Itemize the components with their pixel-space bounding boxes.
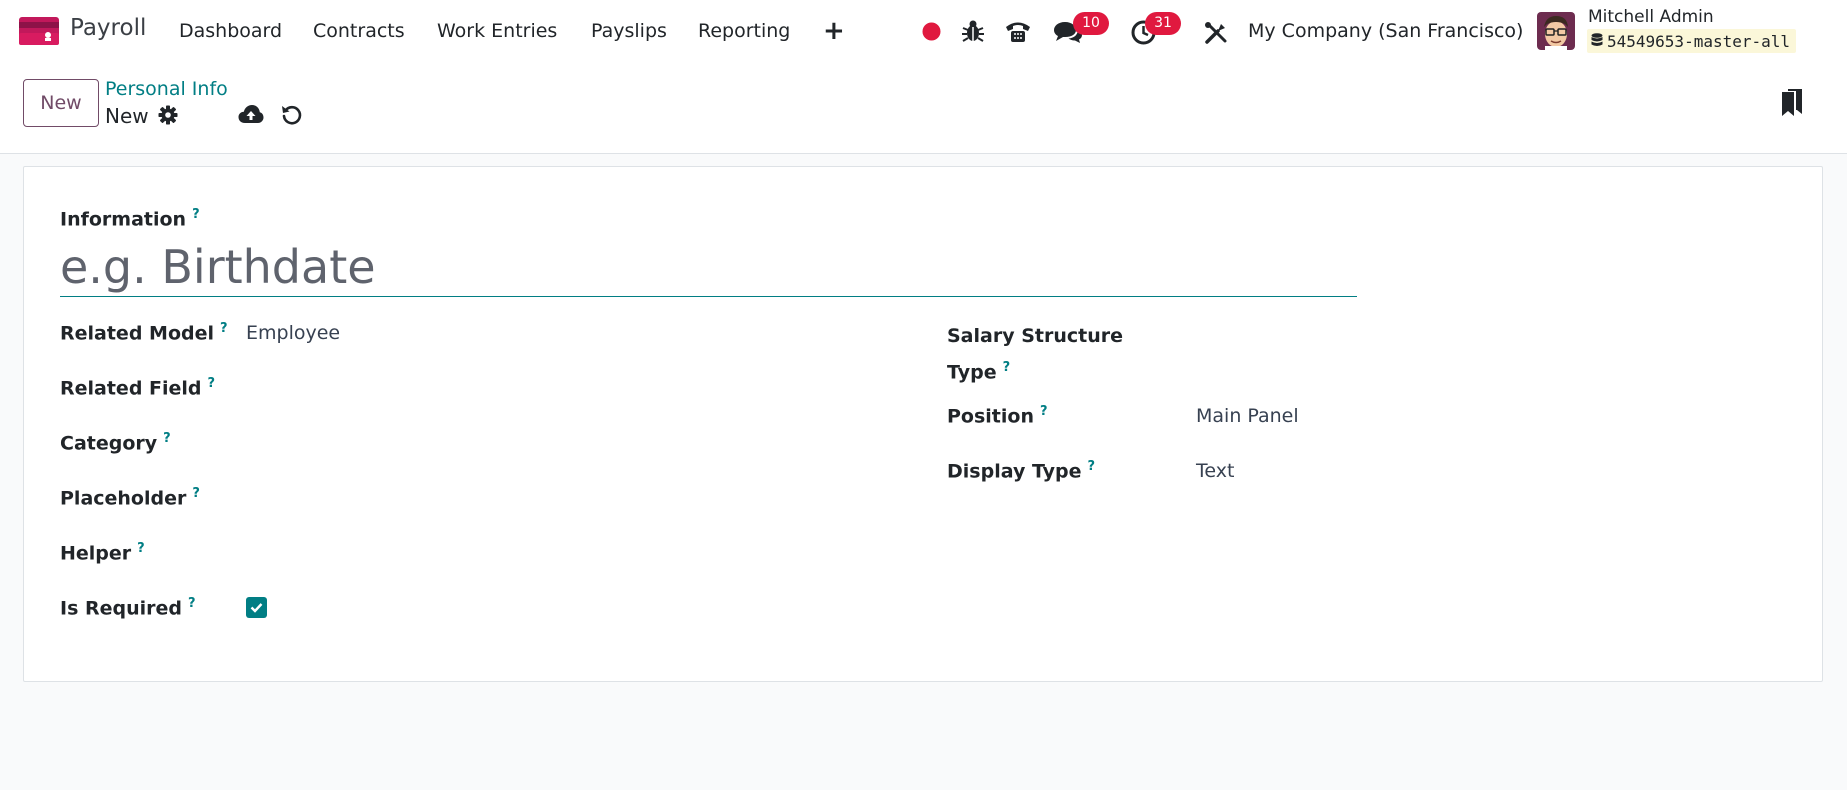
user-avatar[interactable] bbox=[1537, 12, 1575, 50]
help-tooltip-icon[interactable]: ? bbox=[1003, 360, 1011, 375]
app-name[interactable]: Payroll bbox=[70, 15, 146, 41]
add-menu-plus-icon[interactable]: + bbox=[823, 16, 845, 46]
help-tooltip-icon[interactable]: ? bbox=[208, 376, 216, 391]
menu-work-entries[interactable]: Work Entries bbox=[437, 20, 557, 42]
is-required-label: Is Required? bbox=[60, 596, 196, 620]
menu-payslips[interactable]: Payslips bbox=[591, 20, 667, 42]
position-select[interactable]: Main Panel bbox=[1196, 405, 1299, 427]
menu-reporting[interactable]: Reporting bbox=[698, 20, 790, 42]
debug-bug-icon[interactable] bbox=[962, 19, 984, 47]
breadcrumb-personal-info[interactable]: Personal Info bbox=[105, 78, 228, 100]
new-record-button[interactable]: New bbox=[23, 79, 99, 127]
category-input[interactable] bbox=[246, 431, 906, 457]
control-panel: New Personal Info New bbox=[0, 62, 1847, 154]
related-field-input[interactable] bbox=[246, 376, 906, 402]
related-model-label: Related Model? bbox=[60, 321, 228, 345]
help-tooltip-icon[interactable]: ? bbox=[137, 541, 145, 556]
help-tooltip-icon[interactable]: ? bbox=[163, 431, 171, 446]
activities-count-badge: 31 bbox=[1145, 12, 1181, 35]
salary-structure-type-input[interactable] bbox=[1196, 324, 1596, 350]
database-icon bbox=[1591, 32, 1603, 51]
menu-dashboard[interactable]: Dashboard bbox=[179, 20, 282, 42]
discard-undo-icon[interactable] bbox=[281, 104, 303, 130]
knowledge-bookmark-icon[interactable] bbox=[1780, 88, 1804, 122]
top-navbar: Payroll Dashboard Contracts Work Entries… bbox=[0, 0, 1847, 62]
payroll-app-icon[interactable] bbox=[19, 17, 59, 45]
is-required-checkbox[interactable] bbox=[246, 597, 267, 618]
information-input[interactable] bbox=[60, 237, 1357, 297]
help-tooltip-icon[interactable]: ? bbox=[220, 321, 228, 336]
database-tag: 54549653-master-all bbox=[1587, 29, 1797, 53]
phone-icon[interactable] bbox=[1004, 19, 1032, 47]
save-cloud-upload-icon[interactable] bbox=[238, 104, 264, 128]
helper-label: Helper? bbox=[60, 541, 145, 565]
checkmark-icon bbox=[250, 603, 263, 613]
information-label: Information? bbox=[60, 207, 200, 231]
gear-icon[interactable] bbox=[158, 105, 178, 129]
salary-structure-type-label: Salary Structure Type? bbox=[947, 325, 1124, 384]
breadcrumb-current-record: New bbox=[105, 104, 149, 128]
recording-dot-icon[interactable] bbox=[922, 22, 941, 45]
form-sheet: Information? Related Model? Employee Rel… bbox=[23, 166, 1823, 682]
related-field-label: Related Field? bbox=[60, 376, 216, 400]
help-tooltip-icon[interactable]: ? bbox=[192, 207, 200, 222]
menu-contracts[interactable]: Contracts bbox=[313, 20, 405, 42]
display-type-label: Display Type? bbox=[947, 459, 1096, 483]
company-switcher[interactable]: My Company (San Francisco) bbox=[1248, 20, 1523, 42]
placeholder-label: Placeholder? bbox=[60, 486, 200, 510]
database-name: 54549653-master-all bbox=[1607, 31, 1791, 51]
user-name[interactable]: Mitchell Admin bbox=[1588, 7, 1714, 27]
helper-input[interactable] bbox=[246, 541, 906, 567]
help-tooltip-icon[interactable]: ? bbox=[192, 486, 200, 501]
messages-count-badge: 10 bbox=[1073, 12, 1109, 35]
related-model-field[interactable]: Employee bbox=[246, 322, 340, 344]
help-tooltip-icon[interactable]: ? bbox=[1040, 404, 1048, 419]
help-tooltip-icon[interactable]: ? bbox=[1088, 459, 1096, 474]
tools-settings-icon[interactable] bbox=[1204, 21, 1228, 49]
display-type-select[interactable]: Text bbox=[1196, 460, 1234, 482]
position-label: Position? bbox=[947, 404, 1048, 428]
category-label: Category? bbox=[60, 431, 171, 455]
placeholder-input[interactable] bbox=[246, 486, 906, 512]
help-tooltip-icon[interactable]: ? bbox=[188, 596, 196, 611]
